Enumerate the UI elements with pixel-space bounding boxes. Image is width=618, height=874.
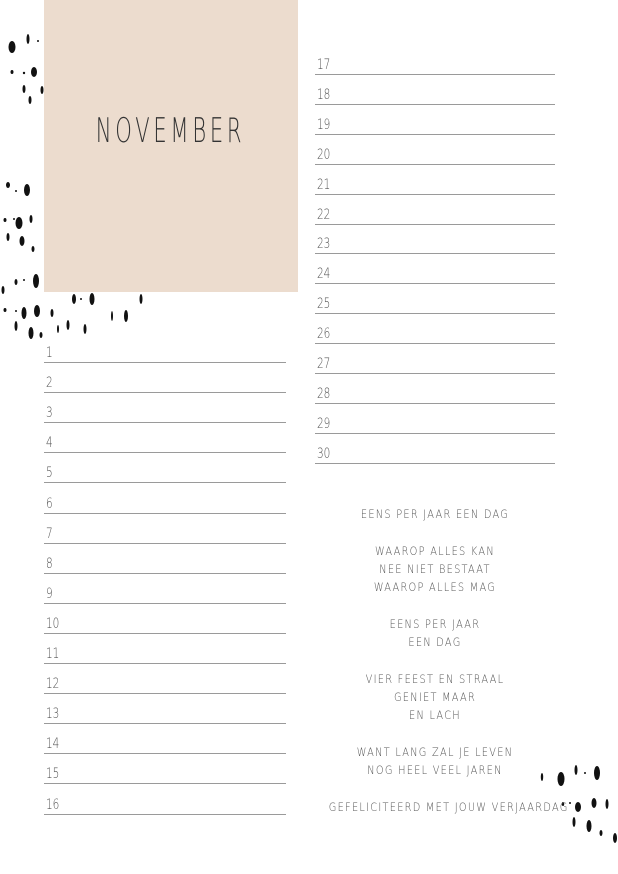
- poem-stanza-gap: [310, 651, 560, 670]
- day-row: 20: [315, 134, 555, 165]
- poem-stanza-gap: [310, 596, 560, 615]
- day-row: 24: [315, 253, 555, 285]
- day-number: 13: [46, 706, 60, 723]
- poem-line: EEN DAG: [408, 635, 462, 649]
- day-number: 19: [317, 116, 331, 133]
- day-number: 17: [317, 57, 331, 73]
- day-number: 5: [46, 465, 53, 482]
- poem-line: GEFELICITEERD MET JOUW VERJAARDAG: [328, 800, 569, 814]
- poem-line: EENS PER JAAR EEN DAG: [360, 507, 510, 521]
- day-row: 7: [44, 513, 286, 544]
- poem-line: EN LACH: [409, 708, 461, 722]
- poem-line: NEE NIET BESTAAT: [379, 562, 491, 576]
- poem-stanza-gap: [310, 724, 560, 743]
- poem-stanza-gap: [310, 523, 560, 542]
- day-number: 20: [317, 146, 331, 163]
- day-row: 6: [44, 483, 286, 514]
- poem-line: WANT LANG ZAL JE LEVEN: [356, 745, 514, 759]
- day-row: 27: [315, 343, 555, 374]
- day-row: 15: [44, 753, 286, 785]
- day-row: 23: [315, 223, 555, 255]
- day-number: 2: [46, 375, 53, 392]
- day-row: 14: [44, 723, 286, 755]
- day-row: 30: [315, 433, 555, 464]
- day-row: 22: [315, 194, 555, 225]
- day-row: 26: [315, 313, 555, 345]
- day-number: 18: [317, 86, 331, 103]
- poem-line: VIER FEEST EN STRAAL: [365, 672, 505, 686]
- day-number: 26: [317, 326, 331, 343]
- title-block: NOVEMBER: [44, 0, 298, 292]
- poem-line: WAAROP ALLES KAN: [375, 544, 495, 558]
- day-row: 13: [44, 693, 286, 725]
- day-number: 16: [46, 796, 60, 813]
- day-number: 29: [317, 415, 331, 432]
- day-row: 28: [315, 373, 555, 404]
- day-row: 18: [315, 74, 555, 105]
- day-number: 23: [317, 236, 331, 253]
- day-row: 25: [315, 283, 555, 315]
- poem-line: NOG HEEL VEEL JAREN: [367, 763, 503, 777]
- day-number: 3: [46, 405, 53, 422]
- poem-line: WAAROP ALLES MAG: [373, 580, 497, 594]
- birthday-poem: EENS PER JAAR EEN DAG WAAROP ALLES KAN NEE…: [310, 505, 569, 816]
- day-row: 19: [315, 104, 555, 135]
- day-row: 17: [315, 44, 555, 75]
- day-number: 9: [46, 585, 53, 602]
- day-number: 10: [46, 615, 60, 632]
- day-row: 1: [44, 332, 286, 363]
- day-row: 16: [44, 784, 286, 815]
- day-row: 12: [44, 663, 286, 695]
- day-row: 3: [44, 392, 286, 424]
- day-number: 28: [317, 385, 331, 402]
- day-number: 4: [46, 435, 53, 452]
- day-number: 11: [46, 646, 60, 662]
- page-title: NOVEMBER: [96, 111, 246, 151]
- day-number: 22: [317, 206, 331, 223]
- day-number: 12: [46, 676, 60, 693]
- day-row: 11: [44, 633, 286, 664]
- poem-line: GENIET MAAR: [393, 690, 477, 704]
- day-number: 14: [46, 736, 60, 753]
- day-number: 30: [317, 445, 331, 462]
- day-number: 24: [317, 266, 331, 283]
- day-row: 10: [44, 603, 286, 634]
- day-row: 5: [44, 452, 286, 484]
- day-number: 6: [46, 495, 53, 512]
- day-row: 29: [315, 403, 555, 434]
- day-row: 8: [44, 543, 286, 574]
- day-number: 8: [46, 555, 53, 572]
- day-row: 4: [44, 422, 286, 454]
- poem-stanza-gap: [310, 779, 560, 798]
- day-number: 7: [46, 525, 53, 542]
- day-number: 15: [46, 766, 60, 783]
- day-number: 27: [317, 356, 331, 372]
- day-row: 2: [44, 362, 286, 394]
- day-number: 25: [317, 296, 331, 313]
- day-number: 1: [46, 345, 53, 361]
- day-row: 21: [315, 164, 555, 195]
- ink-splatter-top-left: [8, 34, 44, 104]
- day-row: 9: [44, 573, 286, 604]
- poem-line: EENS PER JAAR: [389, 617, 481, 631]
- day-number: 21: [317, 176, 331, 193]
